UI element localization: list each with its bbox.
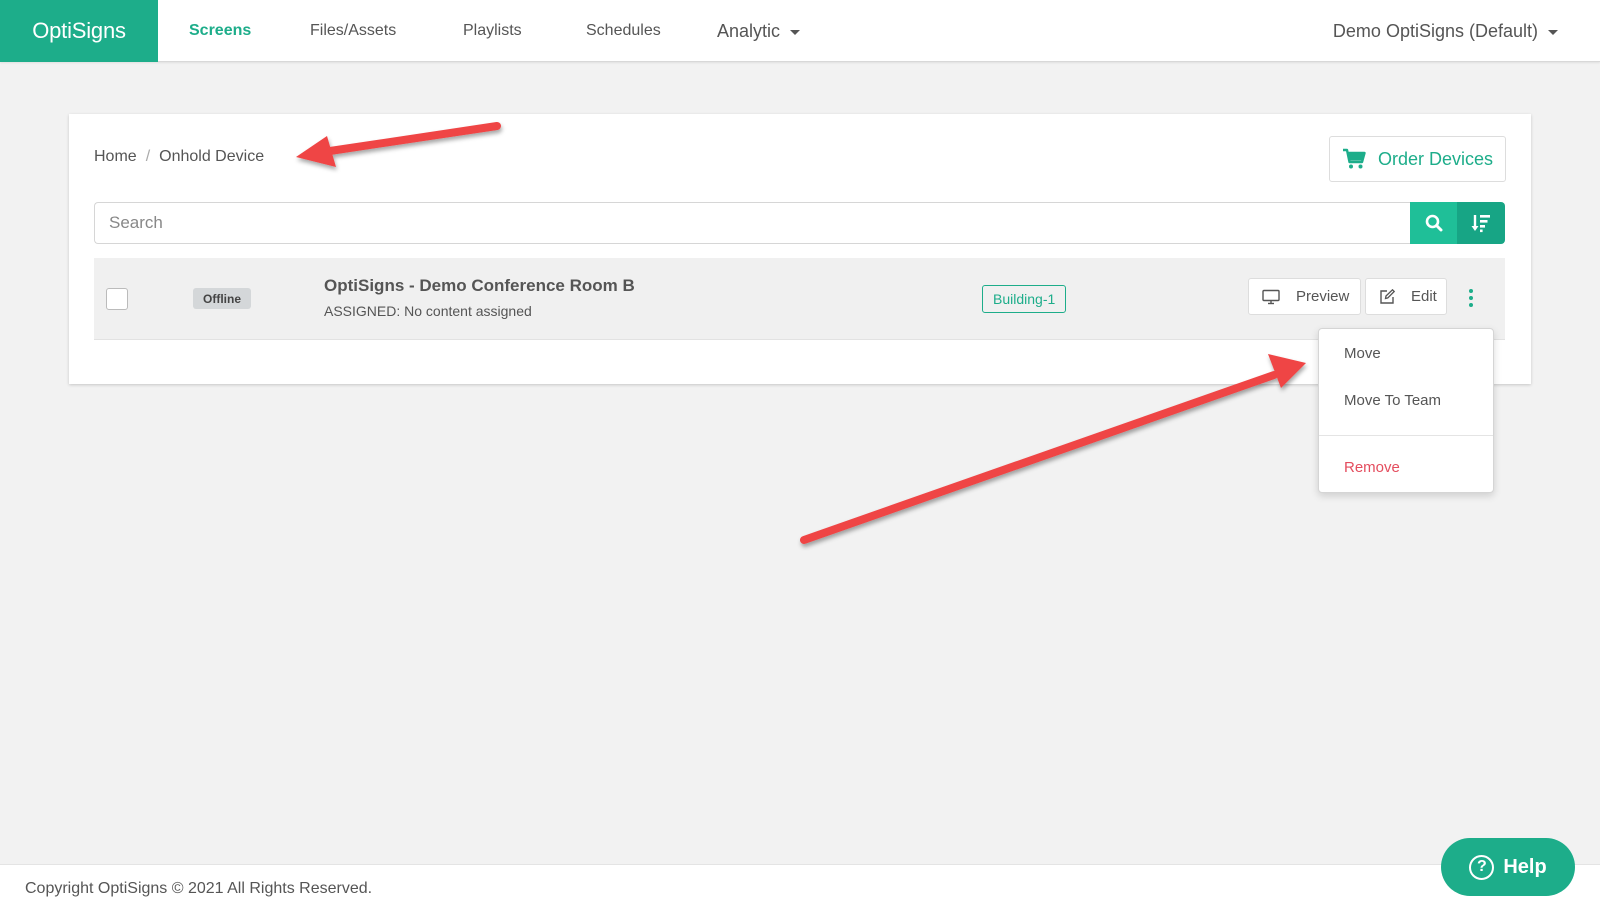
nav-files-assets[interactable]: Files/Assets <box>310 0 396 62</box>
nav-playlists[interactable]: Playlists <box>463 0 522 62</box>
device-row[interactable]: Offline OptiSigns - Demo Conference Room… <box>94 258 1505 340</box>
devices-card: Home / Onhold Device Order Devices Searc… <box>69 114 1531 384</box>
breadcrumb-home[interactable]: Home <box>94 148 137 166</box>
account-menu[interactable]: Demo OptiSigns (Default) <box>1333 0 1558 62</box>
caret-down-icon <box>1548 29 1558 35</box>
brand-logo[interactable]: OptiSigns <box>0 0 158 62</box>
account-name: Demo OptiSigns (Default) <box>1332 20 1538 41</box>
menu-item-move[interactable]: Move <box>1344 345 1381 362</box>
device-select-checkbox[interactable] <box>106 288 128 310</box>
top-navbar: OptiSigns Screens Files/Assets Playlists… <box>0 0 1600 62</box>
cart-icon <box>1342 148 1366 169</box>
search-bar <box>94 202 1505 244</box>
nav-analytic[interactable]: Analytic <box>717 0 801 62</box>
caret-down-icon <box>790 29 801 35</box>
device-actions-menu: Move Move To Team Remove <box>1318 328 1494 493</box>
device-assigned-content: ASSIGNED: No content assigned <box>324 303 532 319</box>
help-icon: ? <box>1469 854 1495 880</box>
preview-label: Preview <box>1296 288 1350 305</box>
order-devices-button[interactable]: Order Devices <box>1329 136 1506 182</box>
menu-item-move-to-team[interactable]: Move To Team <box>1344 392 1441 409</box>
device-name[interactable]: OptiSigns - Demo Conference Room B <box>324 276 635 296</box>
sort-button[interactable] <box>1457 202 1505 244</box>
monitor-icon <box>1262 289 1280 304</box>
breadcrumb-current: Onhold Device <box>159 148 265 165</box>
nav-analytic-label: Analytic <box>717 20 781 41</box>
order-devices-label: Order Devices <box>1377 148 1494 169</box>
search-input[interactable] <box>94 202 1410 244</box>
sort-icon <box>1471 215 1490 233</box>
menu-divider <box>1319 435 1493 436</box>
device-tag[interactable]: Building-1 <box>982 285 1067 313</box>
breadcrumb-separator: / <box>145 148 151 165</box>
search-button[interactable] <box>1410 202 1457 244</box>
search-icon <box>1425 214 1442 232</box>
help-button[interactable]: ? Help <box>1441 838 1575 896</box>
footer: Copyright OptiSigns © 2021 All Rights Re… <box>0 864 1600 913</box>
copyright-text: Copyright OptiSigns © 2021 All Rights Re… <box>25 880 373 897</box>
status-badge: Offline <box>193 288 251 309</box>
nav-schedules[interactable]: Schedules <box>586 0 661 62</box>
edit-button[interactable]: Edit <box>1365 278 1447 315</box>
edit-icon <box>1380 288 1395 304</box>
preview-button[interactable]: Preview <box>1248 278 1361 315</box>
breadcrumb: Home / Onhold Device <box>94 148 264 166</box>
edit-label: Edit <box>1411 288 1437 305</box>
help-label: Help <box>1503 855 1547 878</box>
kebab-icon[interactable] <box>1459 283 1483 313</box>
menu-item-remove[interactable]: Remove <box>1344 459 1400 476</box>
nav-screens[interactable]: Screens <box>189 0 251 62</box>
